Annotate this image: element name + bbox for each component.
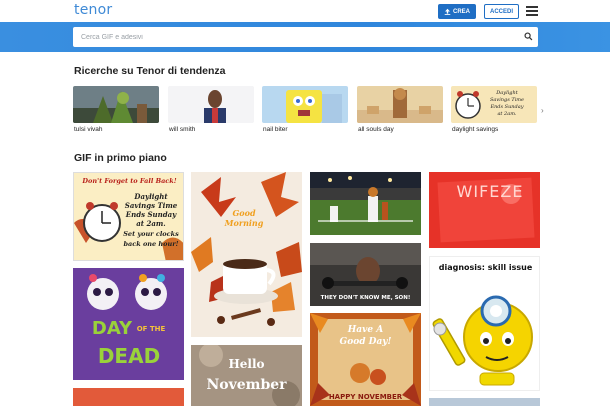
dst-caption-line: Set your clocks — [123, 230, 179, 238]
gif-tile-good-morning-coffee[interactable]: Good Morning — [191, 172, 302, 337]
dst-caption-line: Daylight — [134, 192, 168, 201]
gif-tile-partial[interactable] — [429, 398, 540, 406]
skill-issue-caption: diagnosis: skill issue — [438, 263, 533, 272]
wifeze-caption: WIFEZE — [456, 182, 524, 201]
trending-label[interactable]: nail biter — [263, 126, 288, 133]
gif-tile-skill-issue[interactable]: diagnosis: skill issue — [429, 256, 540, 391]
search-icon[interactable] — [524, 32, 533, 41]
doctor-emoji-illustration — [432, 295, 533, 386]
trending-thumb-tulsi-vivah[interactable] — [73, 86, 159, 123]
gif-tile-day-of-the-dead[interactable]: DAY OF THE DEAD — [73, 268, 184, 380]
good-day-caption-line: Good Day! — [339, 337, 392, 347]
gif-tile-they-dont-know-me[interactable]: THEY DON'T KNOW ME, SON! — [310, 243, 421, 306]
trending-thumb-daylight-savings[interactable]: Daylight Savings Time Ends Sunday at 2am. — [451, 86, 537, 123]
will-smith-image — [168, 86, 254, 123]
good-morning-caption-line: Good — [232, 208, 256, 218]
gif-tile-hello-november[interactable]: Hello November — [191, 345, 302, 406]
dst-caption-line: Don't Forget to Fall Back! — [82, 177, 177, 185]
daylight-savings-image: DaylightSavings TimeEnds Sundayat 2am. — [451, 86, 537, 123]
hamburger-menu-icon[interactable] — [526, 6, 538, 16]
svg-text:Ends Sunday: Ends Sunday — [489, 104, 523, 110]
dst-caption-line: back one hour! — [123, 240, 179, 248]
svg-text:Daylight: Daylight — [495, 90, 518, 96]
trending-title: Ricerche su Tenor di tendenza — [74, 65, 226, 77]
trending-label[interactable]: daylight savings — [452, 126, 498, 133]
trending-thumb-nail-biter[interactable] — [262, 86, 348, 123]
football-stadium-image — [310, 172, 421, 235]
top-bar: tenor CREA ACCEDI — [0, 0, 610, 22]
gif-tile-football[interactable] — [310, 172, 421, 235]
dotd-caption-line: DAY — [91, 318, 133, 339]
tenor-logo[interactable]: tenor — [74, 2, 112, 18]
trending-label[interactable]: will smith — [169, 126, 195, 133]
dotd-caption-line: OF THE — [136, 325, 166, 333]
dotd-caption-line: DEAD — [97, 344, 161, 368]
all-souls-day-image — [357, 86, 443, 123]
son-caption: THEY DON'T KNOW ME, SON! — [320, 295, 411, 301]
dst-caption-line: Ends Sunday — [125, 210, 177, 219]
gif-tile-wifeze[interactable]: WIFEZE — [429, 172, 540, 248]
gif-tile-daylight-savings[interactable]: Don't Forget to Fall Back! Daylight Savi… — [73, 172, 184, 261]
coffee-leaves-illustration — [191, 172, 302, 337]
hello-november-caption-line: November — [206, 377, 287, 393]
spongebob-image — [262, 86, 348, 123]
good-day-caption-line: Have A — [347, 325, 384, 335]
tulsi-vivah-image — [73, 86, 159, 123]
gif-tile-happy-november[interactable]: Have A Good Day! HAPPY NOVEMBER — [310, 313, 421, 406]
featured-title: GIF in primo piano — [74, 152, 167, 164]
trending-label[interactable]: all souls day — [358, 126, 394, 133]
gif-tile-partial[interactable] — [73, 388, 184, 406]
hello-november-bg — [191, 345, 302, 406]
svg-text:Savings Time: Savings Time — [490, 97, 524, 103]
search-box[interactable] — [73, 27, 538, 47]
hello-november-caption-line: Hello — [228, 357, 265, 371]
trending-thumb-all-souls-day[interactable] — [357, 86, 443, 123]
svg-text:at 2am.: at 2am. — [497, 111, 516, 117]
create-button-label: CREA — [452, 8, 470, 15]
dst-caption-line: Savings Time — [124, 201, 178, 210]
dst-caption-line: at 2am. — [136, 219, 166, 228]
search-input[interactable] — [81, 30, 511, 44]
login-button[interactable]: ACCEDI — [484, 4, 519, 19]
trending-label[interactable]: tulsi vivah — [74, 126, 103, 133]
good-morning-caption-line: Morning — [224, 218, 264, 228]
upload-icon — [444, 8, 451, 15]
trending-thumb-will-smith[interactable] — [168, 86, 254, 123]
happy-november-caption: HAPPY NOVEMBER — [328, 393, 403, 401]
chevron-right-icon[interactable]: › — [541, 106, 544, 115]
create-button[interactable]: CREA — [438, 4, 476, 19]
